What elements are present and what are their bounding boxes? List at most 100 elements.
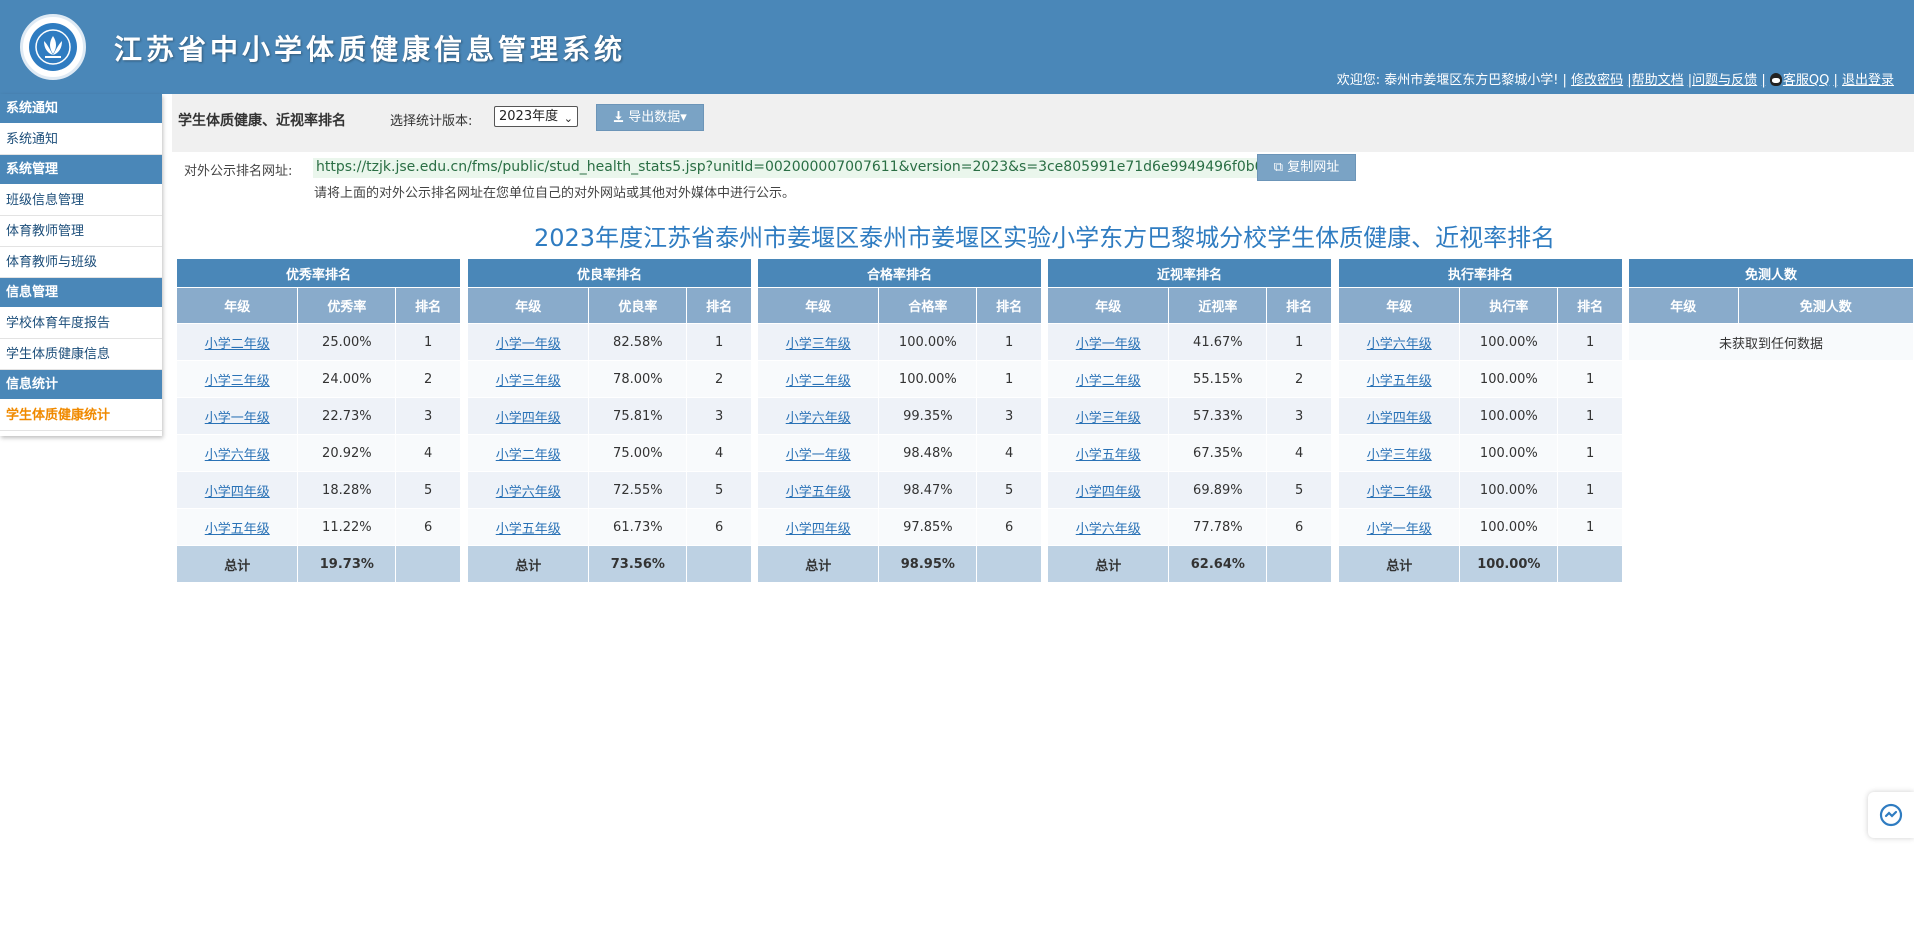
grade-link[interactable]: 小学六年级 [205, 448, 270, 463]
grade-link[interactable]: 小学二年级 [786, 374, 851, 389]
rank-cell: 6 [976, 508, 1042, 546]
page-title: 学生体质健康、近视率排名 [178, 113, 346, 129]
version-select[interactable]: 2023年度 ⌄ [494, 106, 578, 127]
rate-cell: 61.73% [588, 508, 688, 546]
rank-cell: 1 [1557, 323, 1623, 361]
table-row: 小学一年级 100.00% 1 [1337, 508, 1623, 546]
feedback-link[interactable]: |问题与反馈 [1688, 73, 1757, 88]
grade-link[interactable]: 小学二年级 [205, 337, 270, 352]
grade-cell: 小学四年级 [756, 508, 880, 546]
grade-link[interactable]: 小学三年级 [496, 374, 561, 389]
grade-link[interactable]: 小学五年级 [1076, 448, 1141, 463]
help-docs-link[interactable]: |帮助文档 [1627, 73, 1683, 88]
table-row: 小学四年级 18.28% 5 [175, 471, 461, 509]
separator-link: | [1761, 73, 1766, 88]
grade-cell: 小学一年级 [1337, 508, 1461, 546]
total-cell: 100.00% [1459, 545, 1559, 583]
floating-assistant-button[interactable] [1868, 792, 1914, 838]
table-row: 小学三年级 100.00% 1 [1337, 434, 1623, 472]
sidebar-group-notice[interactable]: 系统通知 [0, 94, 162, 124]
table-row: 小学四年级 69.89% 5 [1046, 471, 1332, 509]
app-header: 江苏省中小学体质健康信息管理系统 欢迎您: 泰州市姜堰区东方巴黎城小学! | 修… [0, 0, 1914, 94]
grade-link[interactable]: 小学四年级 [786, 522, 851, 537]
grade-cell: 小学一年级 [1046, 323, 1170, 361]
sidebar-group-stats[interactable]: 信息统计 [0, 370, 162, 400]
grade-cell: 小学四年级 [466, 397, 590, 435]
rate-cell: 78.00% [588, 360, 688, 398]
grade-link[interactable]: 小学六年级 [786, 411, 851, 426]
public-url-note: 请将上面的对外公示排名网址在您单位自己的对外网站或其他对外媒体中进行公示。 [314, 186, 796, 201]
rate-cell: 67.35% [1168, 434, 1268, 472]
sidebar-item-pe-teacher[interactable]: 体育教师管理 [0, 216, 162, 247]
column-header: 年级 [756, 287, 880, 324]
rate-cell: 75.81% [588, 397, 688, 435]
grade-link[interactable]: 小学一年级 [496, 337, 561, 352]
user-toolbar: 欢迎您: 泰州市姜堰区东方巴黎城小学! | 修改密码 |帮助文档 |问题与反馈 … [1337, 69, 1894, 88]
rate-cell: 22.73% [297, 397, 397, 435]
change-password-link[interactable]: 修改密码 [1571, 73, 1623, 88]
exempt-table: 免测人数 年级 免测人数 未获取到任何数据 [1628, 258, 1914, 361]
grade-link[interactable]: 小学二年级 [1367, 485, 1432, 500]
column-header: 排名 [686, 287, 752, 324]
table-row: 小学二年级 25.00% 1 [175, 323, 461, 361]
column-header: 年级 [1628, 287, 1739, 324]
grade-link[interactable]: 小学一年级 [786, 448, 851, 463]
sidebar-item-system-notice[interactable]: 系统通知 [0, 124, 162, 155]
grade-link[interactable]: 小学五年级 [786, 485, 851, 500]
grade-link[interactable]: 小学二年级 [496, 448, 561, 463]
sidebar-group-info[interactable]: 信息管理 [0, 278, 162, 308]
assistant-icon [1879, 803, 1903, 827]
rate-cell: 57.33% [1168, 397, 1268, 435]
logout-link[interactable]: 退出登录 [1842, 73, 1894, 88]
total-row: 总计 19.73% [175, 545, 461, 583]
grade-link[interactable]: 小学三年级 [1367, 448, 1432, 463]
grade-link[interactable]: 小学三年级 [1076, 411, 1141, 426]
grade-link[interactable]: 小学二年级 [1076, 374, 1141, 389]
export-data-button[interactable]: 导出数据▾ [596, 104, 704, 131]
rank-cell: 3 [395, 397, 461, 435]
grade-link[interactable]: 小学五年级 [496, 522, 561, 537]
public-url-text[interactable]: https://tzjk.jse.edu.cn/fms/public/stud_… [313, 158, 1313, 178]
grade-link[interactable]: 小学五年级 [205, 522, 270, 537]
column-header: 年级 [175, 287, 299, 324]
customer-service-qq-link[interactable]: 客服QQ [1783, 73, 1829, 88]
grade-link[interactable]: 小学六年级 [1076, 522, 1141, 537]
grade-link[interactable]: 小学一年级 [1367, 522, 1432, 537]
grade-link[interactable]: 小学一年级 [205, 411, 270, 426]
version-label: 选择统计版本: [390, 114, 473, 129]
sidebar-item-class-info[interactable]: 班级信息管理 [0, 185, 162, 216]
total-cell: 总计 [1046, 545, 1170, 583]
table-row: 小学二年级 55.15% 2 [1046, 360, 1332, 398]
sidebar-item-teacher-class[interactable]: 体育教师与班级 [0, 247, 162, 278]
rank-cell: 6 [1266, 508, 1332, 546]
grade-link[interactable]: 小学四年级 [496, 411, 561, 426]
grade-link[interactable]: 小学四年级 [1076, 485, 1141, 500]
grade-link[interactable]: 小学一年级 [1076, 337, 1141, 352]
grade-cell: 小学三年级 [1046, 397, 1170, 435]
sidebar-item-health-stats[interactable]: 学生体质健康统计 [0, 400, 162, 431]
grade-link[interactable]: 小学六年级 [1367, 337, 1432, 352]
grade-link[interactable]: 小学四年级 [1367, 411, 1432, 426]
sidebar-item-student-health[interactable]: 学生体质健康信息 [0, 339, 162, 370]
grade-link[interactable]: 小学四年级 [205, 485, 270, 500]
rank-cell: 5 [395, 471, 461, 509]
empty-message: 未获取到任何数据 [1628, 323, 1914, 361]
table-caption: 优秀率排名 [176, 258, 461, 288]
grade-link[interactable]: 小学六年级 [496, 485, 561, 500]
total-cell [686, 545, 752, 583]
table-row: 小学五年级 11.22% 6 [175, 508, 461, 546]
rate-cell: 69.89% [1168, 471, 1268, 509]
separator-link-2: | [1833, 73, 1838, 88]
grade-link[interactable]: 小学三年级 [786, 337, 851, 352]
rank-cell: 1 [1557, 397, 1623, 435]
column-header: 排名 [1266, 287, 1332, 324]
grade-cell: 小学六年级 [756, 397, 880, 435]
grade-link[interactable]: 小学五年级 [1367, 374, 1432, 389]
rate-cell: 100.00% [878, 323, 978, 361]
sidebar-group-system[interactable]: 系统管理 [0, 155, 162, 185]
sidebar-item-annual-report[interactable]: 学校体育年度报告 [0, 308, 162, 339]
grade-cell: 小学四年级 [1046, 471, 1170, 509]
copy-url-button[interactable]: ⧉ 复制网址 [1257, 154, 1356, 181]
grade-link[interactable]: 小学三年级 [205, 374, 270, 389]
grade-cell: 小学五年级 [1337, 360, 1461, 398]
